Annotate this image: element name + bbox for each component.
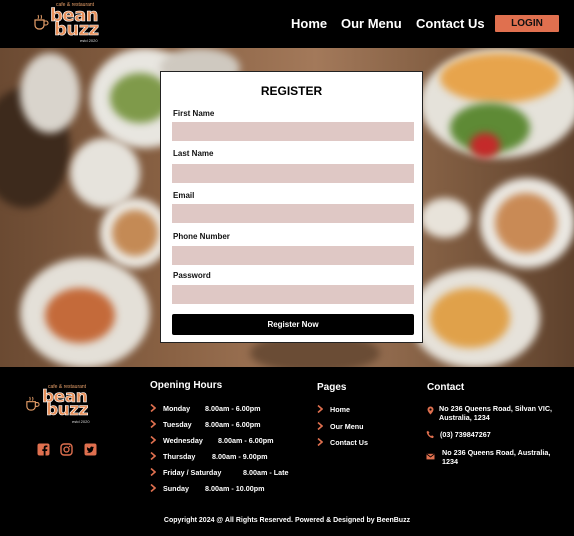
coffee-cup-icon xyxy=(26,396,40,411)
email-input[interactable] xyxy=(172,204,414,223)
hero-blur-shape xyxy=(20,53,80,133)
footer-brand-word-buzz: buzz xyxy=(46,400,89,421)
footer-brand-est: estd 2020 xyxy=(72,419,90,424)
footer-brand-logo[interactable]: cafe & restaurant bean buzz estd 2020 xyxy=(24,384,92,424)
register-title: REGISTER xyxy=(260,84,323,98)
last-name-label: Last Name xyxy=(173,149,214,158)
login-button[interactable]: LOGIN xyxy=(495,15,559,32)
hours-time: 8.00am - 9.00pm xyxy=(212,452,268,461)
site-footer: cafe & restaurant bean buzz estd 2020 Op… xyxy=(0,367,574,536)
coffee-cup-icon xyxy=(34,14,49,30)
hours-time: 8.00am - 6.00pm xyxy=(218,436,274,445)
hours-time: 8.00am - Late xyxy=(243,468,289,477)
chevron-right-icon xyxy=(150,452,156,460)
hours-time: 8.00am - 10.00pm xyxy=(205,484,265,493)
register-now-button[interactable]: Register Now xyxy=(172,314,414,335)
footer-link-menu[interactable]: Our Menu xyxy=(330,422,364,431)
hero-blur-shape xyxy=(495,193,557,253)
hero-blur-shape xyxy=(112,210,158,256)
first-name-input[interactable] xyxy=(172,122,414,141)
hours-day: Wednesday xyxy=(163,436,203,445)
email-label: Email xyxy=(173,191,195,200)
nav-menu-link[interactable]: Our Menu xyxy=(341,16,402,31)
hours-day: Sunday xyxy=(163,484,189,493)
instagram-icon[interactable] xyxy=(60,443,73,456)
chevron-right-icon xyxy=(150,468,156,476)
copyright-text: Copyright 2024 @ All Rights Reserved. Po… xyxy=(163,517,411,524)
hours-time: 8.00am - 6.00pm xyxy=(205,404,261,413)
password-input[interactable] xyxy=(172,285,414,304)
hours-day: Tuesday xyxy=(163,420,192,429)
facebook-icon[interactable] xyxy=(37,443,50,456)
twitter-icon[interactable] xyxy=(84,443,97,456)
last-name-input[interactable] xyxy=(172,164,414,183)
nav-contact-link[interactable]: Contact Us xyxy=(416,16,485,31)
contact-address: No 236 Queens Road, Silvan VIC, Australi… xyxy=(439,404,553,422)
hours-day: Monday xyxy=(163,404,191,413)
hours-day: Thursday xyxy=(163,452,196,461)
password-label: Password xyxy=(173,271,211,280)
pages-heading: Pages xyxy=(317,382,347,393)
brand-est: estd 2020 xyxy=(80,38,98,43)
chevron-right-icon xyxy=(317,438,323,446)
footer-link-contact[interactable]: Contact Us xyxy=(330,438,368,447)
chevron-right-icon xyxy=(150,484,156,492)
mail-icon xyxy=(426,453,435,460)
hero-blur-shape xyxy=(420,198,470,238)
hero-blur-shape xyxy=(440,53,560,103)
chevron-right-icon xyxy=(150,436,156,444)
hero-blur-shape xyxy=(470,133,500,158)
footer-link-home[interactable]: Home xyxy=(330,405,350,414)
phone-label: Phone Number xyxy=(173,232,230,241)
chevron-right-icon xyxy=(317,405,323,413)
contact-phone: (03) 739847267 xyxy=(440,430,491,439)
register-form-card: REGISTER First Name Last Name Email Phon… xyxy=(160,71,423,343)
phone-input[interactable] xyxy=(172,246,414,265)
brand-logo[interactable]: cafe & restaurant bean buzz estd 2020 xyxy=(32,2,104,44)
first-name-label: First Name xyxy=(173,109,215,118)
phone-icon xyxy=(426,430,434,439)
opening-hours-heading: Opening Hours xyxy=(150,380,223,391)
location-pin-icon xyxy=(427,406,434,415)
hero-blur-shape xyxy=(45,288,115,343)
hero-blur-shape xyxy=(430,288,510,348)
nav-home-link[interactable]: Home xyxy=(291,16,327,31)
hours-day: Friday / Saturday xyxy=(163,468,222,477)
contact-mail: No 236 Queens Road, Australia, 1234 xyxy=(442,448,551,466)
chevron-right-icon xyxy=(150,404,156,412)
hours-time: 8.00am - 6.00pm xyxy=(205,420,261,429)
chevron-right-icon xyxy=(317,422,323,430)
brand-word-buzz: buzz xyxy=(54,19,100,41)
chevron-right-icon xyxy=(150,420,156,428)
site-header: cafe & restaurant bean buzz estd 2020 Ho… xyxy=(0,0,574,48)
contact-heading: Contact xyxy=(427,382,465,393)
